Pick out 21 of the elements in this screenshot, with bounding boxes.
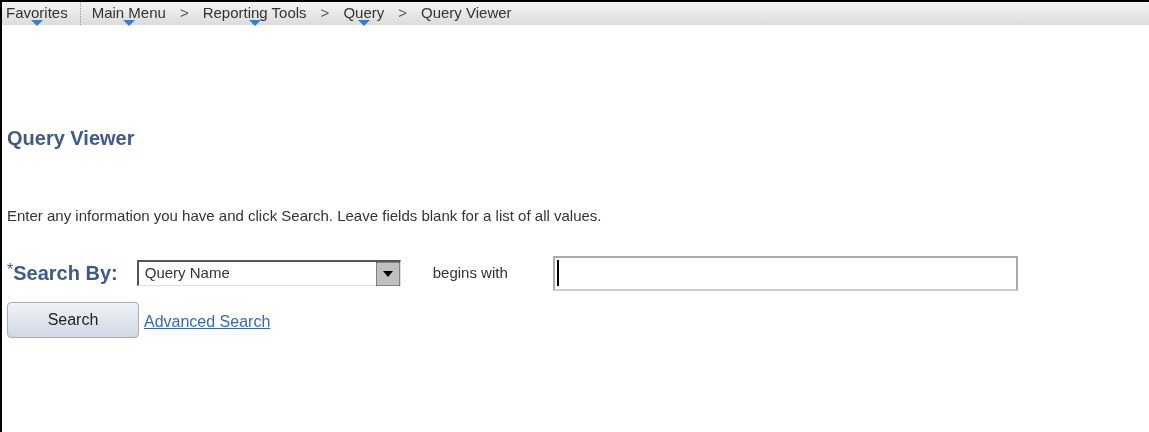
- page-title: Query Viewer: [7, 126, 136, 151]
- breadcrumb-link[interactable]: Main Menu: [91, 2, 166, 25]
- breadcrumb-separator: >: [320, 3, 330, 24]
- breadcrumb-link[interactable]: Favorites: [6, 2, 68, 25]
- operator-label: begins with: [432, 262, 508, 283]
- dropdown-icon[interactable]: [357, 20, 370, 26]
- dropdown-icon[interactable]: [30, 20, 43, 26]
- dropdown-arrow-icon[interactable]: [375, 261, 400, 286]
- instructions: Enter any information you have and click Search. Leave fields blank for a list of all values.: [7, 206, 603, 226]
- breadcrumb-link[interactable]: Reporting Tools: [202, 2, 307, 25]
- breadcrumb-separator: >: [398, 3, 407, 24]
- search-button[interactable]: Search: [7, 301, 139, 338]
- breadcrumb-link[interactable]: Query Viewer: [421, 2, 512, 25]
- breadcrumb-link[interactable]: Query: [343, 2, 385, 25]
- search-by-dropdown[interactable]: Query Name: [136, 260, 401, 286]
- search-by-label: *Search By:: [7, 260, 118, 286]
- dropdown-icon[interactable]: [248, 20, 261, 26]
- search-input-field[interactable]: [552, 255, 1018, 291]
- advanced-search-link[interactable]: Advanced Search: [144, 309, 271, 334]
- dropdown-icon[interactable]: [122, 20, 135, 26]
- breadcrumb-separator: >: [179, 3, 189, 24]
